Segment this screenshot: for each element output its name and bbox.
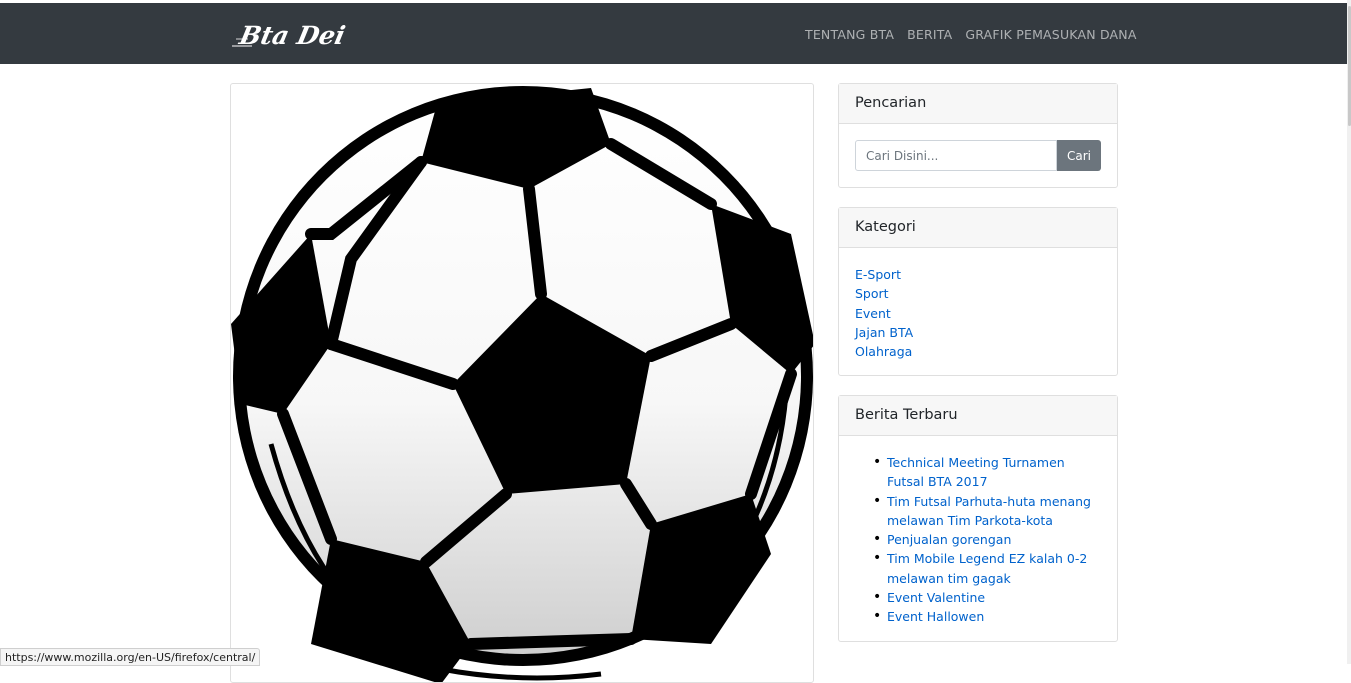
category-link-e-sport[interactable]: E-Sport [855, 265, 1101, 284]
soccer-ball-image[interactable] [231, 84, 814, 683]
category-card: Kategori E-Sport Sport Event Jajan BTA O… [838, 207, 1118, 376]
list-item: Tim Mobile Legend EZ kalah 0-2 melawan t… [873, 549, 1101, 588]
post-card [230, 83, 814, 683]
list-item: Event Valentine [873, 588, 1101, 608]
nav-link-tentang-bta[interactable]: TENTANG BTA [805, 27, 894, 42]
list-item: Event Hallowen [873, 607, 1101, 627]
search-button[interactable]: Cari [1057, 140, 1101, 171]
nav-link-grafik-pemasukan-dana[interactable]: GRAFIK PEMASUKAN DANA [965, 27, 1136, 42]
news-link[interactable]: Penjualan gorengan [887, 532, 1011, 547]
list-item: Technical Meeting Turnamen Futsal BTA 20… [873, 453, 1101, 492]
search-form: Cari [839, 124, 1117, 187]
search-card: Pencarian Cari [838, 83, 1118, 188]
category-link-sport[interactable]: Sport [855, 284, 1101, 303]
search-input[interactable] [855, 140, 1057, 171]
news-link[interactable]: Tim Mobile Legend EZ kalah 0-2 melawan t… [887, 551, 1087, 585]
category-card-title: Kategori [839, 208, 1117, 248]
latest-news-card: Berita Terbaru Technical Meeting Turname… [838, 395, 1118, 642]
browser-status-bar: https://www.mozilla.org/en-US/firefox/ce… [0, 648, 261, 666]
search-card-title: Pencarian [839, 84, 1117, 124]
nav-links: TENTANG BTA BERITA GRAFIK PEMASUKAN DANA [805, 27, 1137, 42]
category-link-olahraga[interactable]: Olahraga [855, 342, 1101, 361]
latest-news-card-title: Berita Terbaru [839, 396, 1117, 436]
category-link-event[interactable]: Event [855, 304, 1101, 323]
nav-link-berita[interactable]: BERITA [907, 27, 952, 42]
navbar: Bta Dei TENTANG BTA BERITA GRAFIK PEMASU… [0, 3, 1347, 64]
category-list: E-Sport Sport Event Jajan BTA Olahraga [839, 248, 1117, 371]
brand-logo[interactable]: Bta Dei [230, 17, 360, 51]
category-link-jajan-bta[interactable]: Jajan BTA [855, 323, 1101, 342]
news-link[interactable]: Technical Meeting Turnamen Futsal BTA 20… [887, 455, 1065, 489]
news-link[interactable]: Event Hallowen [887, 609, 984, 624]
list-item: Tim Futsal Parhuta-huta menang melawan T… [873, 492, 1101, 531]
latest-news-list: Technical Meeting Turnamen Futsal BTA 20… [839, 436, 1117, 640]
list-item: Penjualan gorengan [873, 530, 1101, 550]
brand-text: Bta Dei [236, 20, 348, 50]
news-link[interactable]: Event Valentine [887, 590, 985, 605]
news-link[interactable]: Tim Futsal Parhuta-huta menang melawan T… [887, 494, 1091, 528]
